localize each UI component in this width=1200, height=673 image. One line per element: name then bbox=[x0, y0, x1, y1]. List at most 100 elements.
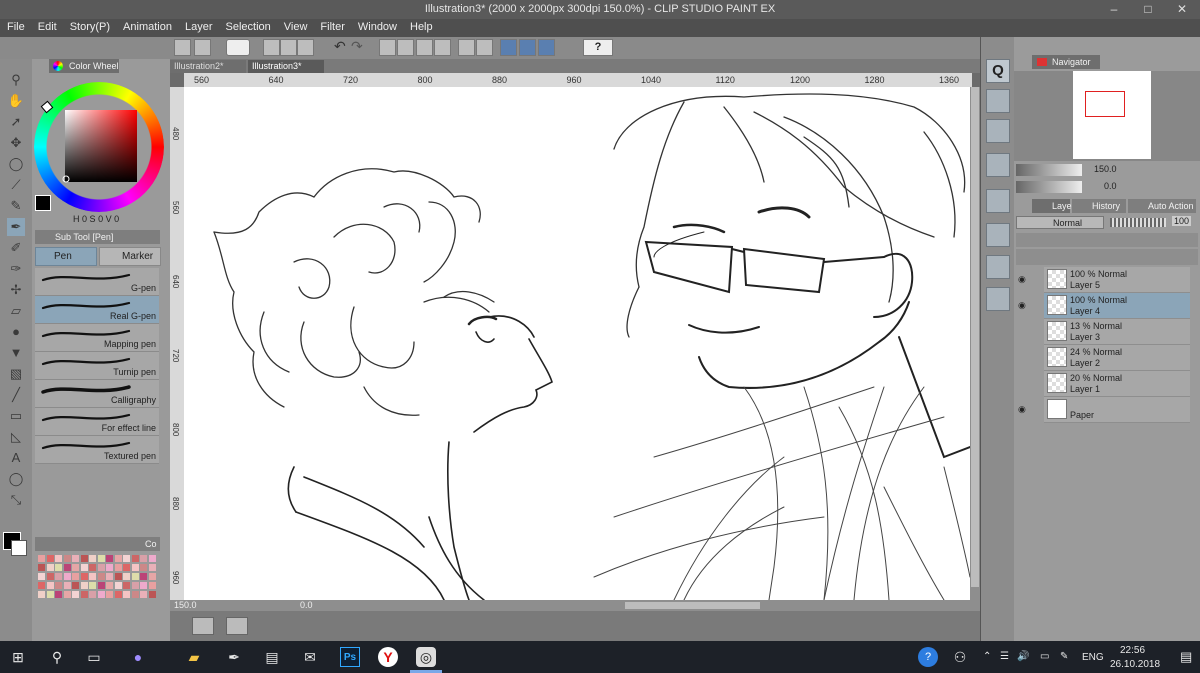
open-file-icon[interactable] bbox=[280, 39, 297, 56]
material-monochrome-icon[interactable] bbox=[986, 189, 1010, 213]
pen-app-icon[interactable]: ✒ bbox=[224, 647, 244, 667]
language-indicator[interactable]: ENG bbox=[1082, 652, 1104, 663]
help-tray-icon[interactable]: ? bbox=[918, 647, 938, 667]
color-swatch[interactable] bbox=[46, 573, 54, 580]
material-pattern-icon[interactable] bbox=[986, 153, 1010, 177]
color-swatch[interactable] bbox=[114, 555, 122, 562]
color-swatch[interactable] bbox=[89, 564, 96, 571]
color-swatch[interactable] bbox=[89, 582, 96, 589]
move-layer-icon[interactable]: ✥ bbox=[7, 134, 25, 152]
color-swatch[interactable] bbox=[131, 564, 139, 571]
color-swatch[interactable] bbox=[55, 582, 62, 589]
menu-view[interactable]: View bbox=[277, 19, 314, 33]
color-swatch[interactable] bbox=[140, 555, 147, 562]
fill-tool-icon[interactable]: ▼ bbox=[7, 344, 25, 362]
snap-icon[interactable] bbox=[500, 39, 517, 56]
decoration-icon[interactable]: ✢ bbox=[7, 281, 25, 299]
mail-icon[interactable]: ✉ bbox=[300, 647, 320, 667]
clip-studio-taskbar-icon[interactable]: ◎ bbox=[416, 647, 436, 667]
layer-visibility-icon[interactable]: ◉ bbox=[1018, 300, 1026, 311]
tab-color-set[interactable]: Co bbox=[35, 537, 160, 551]
brush-item[interactable]: For effect line bbox=[35, 408, 159, 436]
zoom-tool-icon[interactable]: ⚲ bbox=[7, 71, 25, 89]
menu-selection[interactable]: Selection bbox=[219, 19, 277, 33]
redo-icon[interactable]: ↷ bbox=[351, 39, 368, 56]
pen-workspace-icon[interactable]: ✎ bbox=[1060, 651, 1068, 662]
text-tool-icon[interactable]: A bbox=[7, 449, 25, 467]
color-swatch[interactable] bbox=[97, 555, 105, 562]
people-icon[interactable]: ⚇ bbox=[950, 647, 970, 667]
frame-icon[interactable]: ▭ bbox=[7, 407, 25, 425]
color-swatch[interactable] bbox=[106, 555, 113, 562]
color-swatch[interactable] bbox=[140, 591, 147, 598]
color-swatch[interactable] bbox=[72, 555, 79, 562]
figure-icon[interactable]: ╱ bbox=[7, 386, 25, 404]
color-swatch[interactable] bbox=[80, 555, 88, 562]
drawing-canvas[interactable] bbox=[184, 87, 970, 600]
hand-tool-icon[interactable]: ✋ bbox=[7, 92, 25, 110]
color-wheel[interactable] bbox=[34, 75, 168, 225]
blend-mode-select[interactable]: Normal bbox=[1016, 216, 1104, 229]
battery-icon[interactable]: ▭ bbox=[1040, 651, 1049, 662]
tab-auto-action[interactable]: Auto Action bbox=[1128, 199, 1196, 213]
material-icon[interactable] bbox=[986, 89, 1010, 113]
menu-layer[interactable]: Layer bbox=[178, 19, 219, 33]
color-swatch[interactable] bbox=[46, 591, 54, 598]
brush-item[interactable]: Real G-pen bbox=[35, 296, 159, 324]
color-swatch[interactable] bbox=[80, 591, 88, 598]
menu-story[interactable]: Story(P) bbox=[63, 19, 116, 33]
color-swatch[interactable] bbox=[55, 591, 62, 598]
save-icon[interactable] bbox=[297, 39, 314, 56]
network-icon[interactable]: ☰ bbox=[1000, 651, 1009, 662]
current-color-swatch[interactable] bbox=[35, 195, 51, 211]
color-swatch[interactable] bbox=[114, 591, 122, 598]
color-swatch[interactable] bbox=[106, 564, 113, 571]
help-icon[interactable]: ? bbox=[583, 39, 613, 56]
checker-icon[interactable] bbox=[458, 39, 475, 56]
eraser-icon[interactable]: ▱ bbox=[7, 302, 25, 320]
opacity-slider[interactable] bbox=[1110, 218, 1166, 227]
rotation-readout[interactable]: 0.0 bbox=[300, 600, 313, 610]
menu-edit[interactable]: Edit bbox=[31, 19, 63, 33]
layer-row[interactable]: 13 % Normal Layer 3 bbox=[1044, 319, 1190, 345]
color-swatch[interactable] bbox=[106, 573, 113, 580]
tab-history[interactable]: History bbox=[1072, 199, 1126, 213]
material-manga-icon[interactable] bbox=[986, 255, 1010, 279]
clock-time[interactable]: 22:56 bbox=[1120, 645, 1145, 656]
color-swatch[interactable] bbox=[38, 573, 45, 580]
file-explorer-icon[interactable]: ▰ bbox=[184, 647, 204, 667]
pen-tool-icon[interactable]: ✒ bbox=[7, 218, 25, 236]
clip-studio-icon[interactable] bbox=[226, 39, 250, 56]
tab-navigator[interactable]: Navigator bbox=[1032, 55, 1100, 69]
pencil-icon[interactable]: ✎ bbox=[7, 197, 25, 215]
cortana-icon[interactable]: ● bbox=[128, 647, 148, 667]
layer-row[interactable]: 20 % Normal Layer 1 bbox=[1044, 371, 1190, 397]
fill-icon[interactable] bbox=[416, 39, 433, 56]
minimize-button[interactable]: – bbox=[1097, 0, 1131, 19]
menu-animation[interactable]: Animation bbox=[116, 19, 178, 33]
color-swatch[interactable] bbox=[97, 582, 105, 589]
color-swatch[interactable] bbox=[63, 582, 71, 589]
brush-item[interactable]: Textured pen bbox=[35, 436, 159, 464]
lasso-icon[interactable]: ◯ bbox=[7, 155, 25, 173]
color-swatch[interactable] bbox=[148, 573, 156, 580]
photos-icon[interactable]: ▤ bbox=[262, 647, 282, 667]
brush-item[interactable]: Calligraphy bbox=[35, 380, 159, 408]
material-image-icon[interactable] bbox=[986, 223, 1010, 247]
color-swatch[interactable] bbox=[97, 564, 105, 571]
color-swatch[interactable] bbox=[38, 564, 45, 571]
color-swatch[interactable] bbox=[89, 591, 96, 598]
snap-grid-icon[interactable] bbox=[538, 39, 555, 56]
notifications-icon[interactable]: ▤ bbox=[1180, 649, 1192, 665]
layer-visibility-icon[interactable]: ◉ bbox=[1018, 404, 1026, 415]
color-swatch[interactable] bbox=[114, 573, 122, 580]
zoom-readout[interactable]: 150.0 bbox=[174, 600, 197, 610]
vertical-scroll-thumb[interactable] bbox=[971, 87, 979, 587]
color-swatch[interactable] bbox=[80, 573, 88, 580]
layer-visibility-icon[interactable]: ◉ bbox=[1018, 274, 1026, 285]
color-swatch[interactable] bbox=[106, 582, 113, 589]
brush-item[interactable]: G-pen bbox=[35, 268, 159, 296]
tray-chevron-icon[interactable]: ⌃ bbox=[983, 651, 991, 662]
navigator-view-frame[interactable] bbox=[1085, 91, 1125, 117]
maximize-button[interactable]: □ bbox=[1131, 0, 1165, 19]
